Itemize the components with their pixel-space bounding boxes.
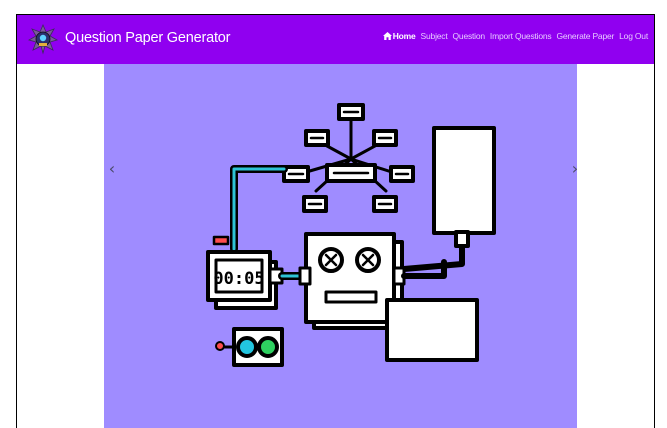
- navbar: Question Paper Generator Home Subject Qu…: [17, 15, 654, 64]
- timer-device: 00:05: [206, 235, 284, 310]
- brand-title[interactable]: Question Paper Generator: [65, 30, 230, 46]
- nav-question-link[interactable]: Question: [453, 31, 486, 41]
- nav-generate-paper-link[interactable]: Generate Paper: [556, 31, 614, 41]
- nav-log-out-link[interactable]: Log Out: [619, 31, 648, 41]
- output-panel: [385, 298, 479, 362]
- home-icon: [382, 32, 392, 40]
- timer-display: 00:05: [213, 269, 264, 289]
- nav-subject-link[interactable]: Subject: [421, 31, 448, 41]
- data-cable: [230, 165, 288, 253]
- blank-panel: [432, 126, 496, 235]
- hero-carousel: ‹ › 00:05: [104, 64, 578, 428]
- machine-illustration: 00:05: [206, 103, 496, 367]
- indicator-device: [215, 327, 284, 367]
- nav-import-questions-link[interactable]: Import Questions: [490, 31, 552, 41]
- nav-menu: Home Subject Question Import Questions G…: [382, 31, 648, 41]
- nav-home-label: Home: [392, 31, 416, 41]
- browser-viewport: Question Paper Generator Home Subject Qu…: [16, 14, 655, 428]
- robot-crest-icon[interactable]: [27, 23, 59, 55]
- nav-home-link[interactable]: Home: [382, 31, 416, 41]
